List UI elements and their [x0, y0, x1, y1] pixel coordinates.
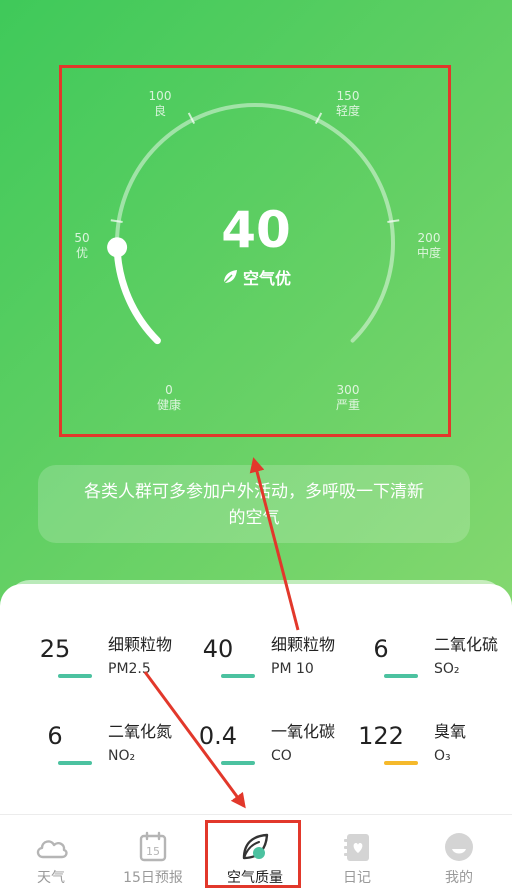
highlight-box-gauge — [59, 65, 451, 437]
tab-label: 15日预报 — [123, 870, 183, 886]
pollutant-pm25[interactable]: 25 细颗粒物 PM2.5 — [20, 634, 190, 694]
highlight-box-tab — [205, 820, 301, 888]
pollutant-name: 二氧化硫 — [434, 635, 499, 654]
tab-weather[interactable]: 天气 — [0, 815, 102, 891]
advice-banner: 各类人群可多参加户外活动，多呼吸一下清新的空气 — [38, 465, 470, 543]
pollutant-name: 臭氧 — [434, 722, 467, 741]
advice-text: 各类人群可多参加户外活动，多呼吸一下清新的空气 — [84, 482, 424, 528]
calendar-icon: 15 — [139, 831, 167, 862]
pollutant-name: 二氧化氮 — [108, 722, 173, 741]
pollutant-o3[interactable]: 122 臭氧 O₃ — [346, 721, 512, 781]
tab-diary[interactable]: 日记 — [306, 815, 408, 891]
pollutant-value: 40 — [202, 635, 234, 663]
pollutant-card: 25 细颗粒物 PM2.5 40 细颗粒物 PM 10 6 二氧化硫 SO₂ 6… — [0, 584, 512, 824]
pollutant-code: PM2.5 — [108, 661, 151, 677]
pollutant-code: NO₂ — [108, 748, 136, 764]
pollutant-co[interactable]: 0.4 一氧化碳 CO — [183, 721, 353, 781]
pollutant-code: SO₂ — [434, 661, 460, 677]
cloud-icon — [36, 840, 68, 859]
pollutant-value: 0.4 — [198, 722, 238, 750]
tab-label: 日记 — [343, 870, 371, 886]
pollutant-bar — [58, 761, 92, 765]
pollutant-value: 25 — [39, 635, 71, 663]
pollutant-bar — [384, 761, 418, 765]
pollutant-code: O₃ — [434, 748, 451, 764]
tab-profile[interactable]: 我的 — [408, 815, 510, 891]
pollutant-name: 细颗粒物 — [108, 635, 173, 654]
pollutant-so2[interactable]: 6 二氧化硫 SO₂ — [346, 634, 512, 694]
calendar-day-number: 15 — [146, 845, 160, 858]
tab-label: 我的 — [445, 870, 473, 886]
diary-icon — [344, 834, 369, 861]
pollutant-code: PM 10 — [271, 661, 314, 677]
pollutant-bar — [221, 761, 255, 765]
pollutant-value: 122 — [358, 722, 404, 750]
tab-15day-forecast[interactable]: 15 15日预报 — [102, 815, 204, 891]
pollutant-name: 一氧化碳 — [271, 722, 336, 741]
pollutant-bar — [221, 674, 255, 678]
pollutant-name: 细颗粒物 — [271, 635, 336, 654]
pollutant-bar — [58, 674, 92, 678]
tab-label: 天气 — [37, 870, 65, 886]
pollutant-bar — [384, 674, 418, 678]
pollutant-no2[interactable]: 6 二氧化氮 NO₂ — [20, 721, 190, 781]
pollutant-value: 6 — [47, 722, 63, 750]
pollutant-value: 6 — [373, 635, 389, 663]
pollutant-pm10[interactable]: 40 细颗粒物 PM 10 — [183, 634, 353, 694]
profile-icon — [445, 833, 473, 861]
pollutant-code: CO — [271, 748, 292, 764]
